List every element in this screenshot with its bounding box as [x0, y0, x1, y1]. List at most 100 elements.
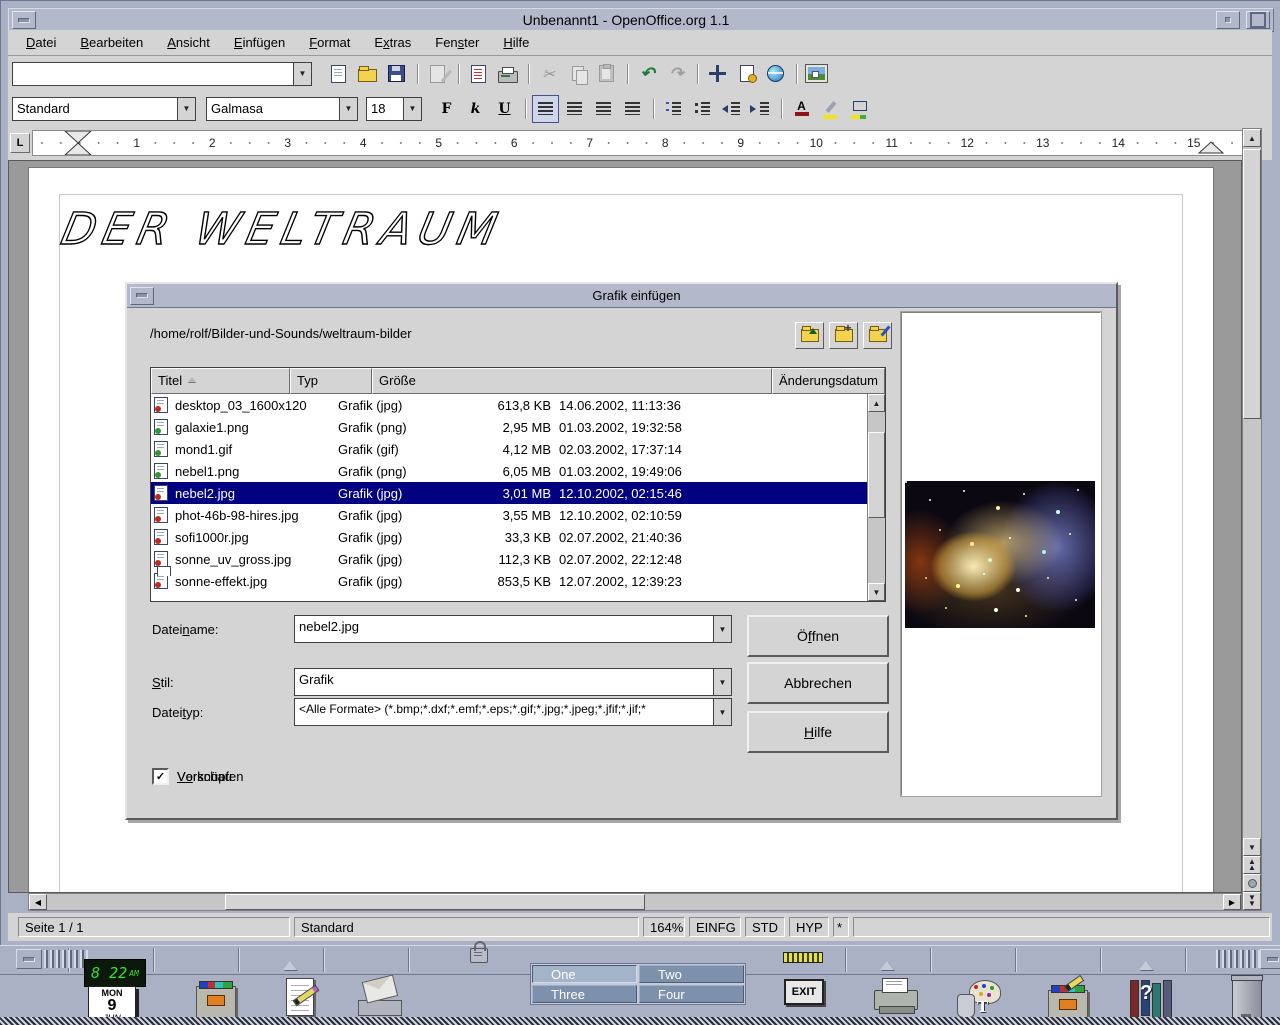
format-icon[interactable] — [520, 95, 530, 123]
workspace-button[interactable]: Two — [639, 965, 744, 983]
subpanel-arrow-icon[interactable] — [1139, 954, 1153, 970]
clock[interactable]: 8 22 AM — [84, 959, 146, 987]
font-size-value[interactable]: 18 — [367, 98, 403, 120]
format-icon[interactable] — [660, 95, 687, 123]
navigation-dot-button[interactable] — [1243, 874, 1261, 892]
table-row[interactable]: phot-46b-98-hires.jpg Grafik (jpg) 3,55 … — [151, 504, 867, 526]
toolbar-icon[interactable] — [663, 60, 690, 88]
toolbar-icon[interactable] — [535, 60, 562, 88]
tab-stop-type-button[interactable]: L — [10, 133, 30, 153]
table-row[interactable]: mond1.gif Grafik (gif) 4,12 MB 02.03.200… — [151, 438, 867, 460]
toolbar-icon[interactable] — [593, 60, 620, 88]
status-selection-mode[interactable]: STD — [745, 917, 785, 937]
table-row[interactable]: galaxie1.png Grafik (png) 2,95 MB 01.03.… — [151, 416, 867, 438]
window-menu-button[interactable] — [12, 11, 36, 29]
cancel-button[interactable]: Abbrechen — [747, 662, 889, 704]
table-row[interactable]: sonne-effekt.jpg Grafik (jpg) 853,5 KB 1… — [151, 570, 867, 592]
exit-button[interactable]: EXIT — [784, 979, 824, 1005]
list-scroll-thumb[interactable] — [868, 432, 885, 518]
toolbar-icon[interactable] — [704, 60, 731, 88]
chevron-down-icon[interactable]: ▼ — [293, 62, 311, 85]
column-header[interactable]: Typ — [290, 368, 372, 394]
panel-handle-left[interactable] — [16, 949, 88, 969]
trash-icon[interactable] — [1224, 974, 1270, 1020]
toolbar-icon[interactable] — [762, 60, 789, 88]
panel-minimize-button[interactable] — [1260, 949, 1280, 969]
horizontal-scroll-thumb[interactable] — [225, 894, 645, 910]
format-icon[interactable]: k — [462, 95, 489, 123]
menu-item[interactable]: Extras — [362, 32, 423, 53]
checkbox[interactable]: ✓ Vo rschau — [152, 768, 232, 785]
scroll-up-icon[interactable]: ▲ — [1243, 129, 1261, 147]
text-editor-icon[interactable] — [278, 974, 324, 1020]
format-icon[interactable]: F — [433, 95, 460, 123]
list-scrollbar[interactable]: ▲ ▼ — [867, 394, 885, 601]
format-icon[interactable] — [532, 94, 559, 123]
table-row[interactable]: desktop_03_1600x120 Grafik (jpg) 613,8 K… — [151, 394, 867, 416]
toolbar-icon[interactable] — [325, 60, 352, 88]
toolbar-icon[interactable] — [791, 60, 801, 88]
toolbar-icon[interactable] — [803, 60, 830, 88]
url-combobox[interactable]: ▼ — [12, 61, 312, 86]
format-icon[interactable] — [619, 95, 646, 123]
horizontal-scroll-track[interactable] — [47, 894, 1223, 910]
toolbar-icon[interactable] — [692, 60, 702, 88]
lock-icon[interactable] — [470, 941, 488, 963]
chevron-down-icon[interactable]: ▼ — [713, 699, 731, 725]
vertical-scroll-track[interactable] — [1243, 147, 1261, 838]
panel-minimize-button[interactable] — [16, 949, 42, 969]
chevron-down-icon[interactable]: ▼ — [403, 97, 421, 120]
format-icon[interactable] — [561, 95, 588, 123]
scroll-down-icon[interactable]: ▼ — [1243, 838, 1261, 856]
status-zoom[interactable]: 164% — [643, 917, 685, 937]
ruler-strip[interactable]: 1 2 3 4 5 6 7 8 9 10 11 12 13 14 15 — [32, 130, 1246, 156]
column-header[interactable]: Titel — [151, 368, 290, 394]
scroll-left-icon[interactable]: ◀ — [29, 894, 47, 910]
format-icon[interactable]: A — [788, 95, 815, 123]
font-name-combobox[interactable]: Galmasa ▼ — [206, 96, 358, 121]
toolbar-icon[interactable] — [494, 60, 521, 88]
style-input[interactable]: Grafik — [295, 669, 713, 695]
format-icon[interactable] — [718, 95, 745, 123]
scroll-right-icon[interactable]: ▶ — [1223, 894, 1241, 910]
table-row[interactable]: sofi1000r.jpg Grafik (jpg) 33,3 KB 02.07… — [151, 526, 867, 548]
toolbar-icon[interactable] — [523, 60, 533, 88]
application-manager-icon[interactable] — [1044, 974, 1090, 1022]
status-page-style[interactable]: Standard — [294, 917, 639, 937]
default-directory-button[interactable] — [863, 322, 892, 349]
create-new-directory-button[interactable] — [829, 321, 858, 349]
workspace-button[interactable]: Three — [532, 985, 637, 1003]
filetype-combobox[interactable]: <Alle Formate> (*.bmp;*.dxf;*.emf;*.eps;… — [294, 698, 732, 726]
toolbar-icon[interactable] — [354, 60, 381, 88]
toolbar-icon[interactable] — [412, 60, 422, 88]
font-size-combobox[interactable]: 18 ▼ — [366, 96, 422, 121]
style-combobox[interactable]: Grafik ▼ — [294, 668, 732, 696]
toolbar-icon[interactable] — [465, 60, 492, 88]
previous-page-button[interactable]: ▲ ▲ — [1243, 856, 1261, 874]
toolbar-icon[interactable] — [634, 60, 661, 88]
format-icon[interactable] — [817, 95, 844, 123]
mail-icon[interactable] — [356, 974, 402, 1020]
format-icon[interactable] — [776, 95, 786, 123]
table-row[interactable]: nebel1.png Grafik (png) 6,05 MB 01.03.20… — [151, 460, 867, 482]
paragraph-style-combobox[interactable]: Standard ▼ — [12, 96, 196, 121]
list-scroll-track[interactable] — [868, 412, 885, 583]
subpanel-arrow-icon[interactable] — [880, 954, 894, 970]
workspace-button[interactable]: Four — [639, 985, 744, 1003]
toolbar-icon[interactable] — [383, 60, 410, 88]
status-hyperlink-mode[interactable]: HYP — [789, 917, 829, 937]
workspace-button[interactable]: One — [532, 965, 637, 983]
panel-handle-right[interactable] — [1216, 949, 1280, 969]
filetype-value[interactable]: <Alle Formate> (*.bmp;*.dxf;*.emf;*.eps;… — [295, 699, 713, 725]
format-icon[interactable]: U — [491, 95, 518, 123]
table-row[interactable]: nebel2.jpg Grafik (jpg) 3,01 MB 12.10.20… — [151, 482, 867, 504]
menu-item[interactable]: Format — [297, 32, 362, 53]
toolbar-icon[interactable] — [453, 60, 463, 88]
file-manager-icon[interactable] — [192, 974, 238, 1020]
menu-item[interactable]: Einfügen — [222, 32, 297, 53]
filename-input[interactable]: nebel2.jpg — [295, 616, 713, 642]
toolbar-icon[interactable] — [622, 60, 632, 88]
style-manager-icon[interactable]: T — [955, 974, 1001, 1020]
up-one-level-button[interactable] — [795, 322, 824, 349]
url-input[interactable] — [13, 63, 293, 85]
